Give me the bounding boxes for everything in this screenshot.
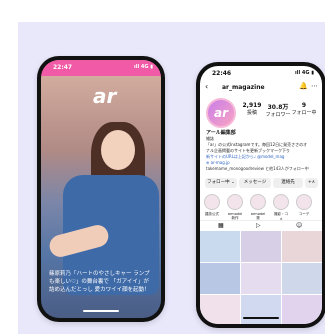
post-thumbnail[interactable] xyxy=(200,231,240,262)
profile-navbar: ‹ ar_magazine 🔔 ⋯ xyxy=(200,82,322,94)
home-indicator xyxy=(243,317,279,319)
post-thumbnail[interactable] xyxy=(282,231,322,262)
story-caption: 篠原莉乃「ハートのやさしキャー ランプも楽しい♡」の舞台裏で 「ガアイイ」が詰め… xyxy=(49,271,150,293)
post-thumbnail[interactable] xyxy=(282,263,322,294)
right-phone-mockup: 22:46 ıll 4G ▮ ‹ ar_magazine 🔔 ⋯ ar 2,91… xyxy=(196,62,325,328)
status-bar: 22:47 ıll 4G ▮ xyxy=(41,60,161,76)
left-phone-screen: 22:47 ıll 4G ▮ ar 篠原莉乃「ハートのやさしキャー ランプも楽し… xyxy=(41,60,161,318)
following-button[interactable]: フォロー中 ⌄ xyxy=(205,178,237,188)
contact-button[interactable]: 連絡先 xyxy=(273,178,303,188)
grid-tab-icon[interactable]: ▦ xyxy=(218,222,224,229)
message-button[interactable]: メッセージ xyxy=(239,178,271,188)
reels-tab-icon[interactable]: ▷ xyxy=(256,222,261,229)
followed-by-text: takemame_monogoodreview と他143人がフォロー中 xyxy=(206,166,309,171)
add-user-button[interactable]: +∧ xyxy=(305,178,318,188)
post-thumbnail[interactable] xyxy=(282,295,322,324)
tagged-tab-icon[interactable]: ☺ xyxy=(296,222,302,229)
stat-followers[interactable]: 30.8万 フォロワー xyxy=(264,102,292,118)
home-indicator xyxy=(83,310,119,312)
stat-following[interactable]: 9 フォロー中 xyxy=(290,102,318,116)
profile-tabs: ▦ ▷ ☺ xyxy=(200,220,322,231)
post-thumbnail[interactable] xyxy=(241,295,281,324)
back-arrow-icon[interactable]: ‹ xyxy=(205,82,208,91)
status-time: 22:46 xyxy=(212,70,232,77)
left-phone-mockup: 22:47 ıll 4G ▮ ar 篠原莉乃「ハートのやさしキャー ランプも楽し… xyxy=(37,56,165,322)
post-thumbnail[interactable] xyxy=(241,263,281,294)
avatar[interactable]: ar xyxy=(206,98,236,128)
status-bar: 22:46 ıll 4G ▮ xyxy=(200,66,322,80)
bell-icon[interactable]: 🔔 xyxy=(299,82,308,90)
ar-logo: ar xyxy=(93,84,117,108)
status-time: 22:47 xyxy=(53,64,73,71)
status-indicators: ıll 4G ▮ xyxy=(295,70,314,76)
more-icon[interactable]: ⋯ xyxy=(311,82,318,90)
profile-bio: アール編集部 雑誌 「ar」の公式Instagramです。毎回12日に発売ささの… xyxy=(206,130,318,166)
highlight-item[interactable]: 撮影・コメ xyxy=(273,194,289,222)
profile-username: ar_magazine xyxy=(222,84,265,91)
status-indicators: ıll 4G ▮ xyxy=(134,64,153,70)
model-face xyxy=(101,130,135,170)
stat-posts[interactable]: 2,919 投稿 xyxy=(238,102,266,116)
right-phone-screen: 22:46 ıll 4G ▮ ‹ ar_magazine 🔔 ⋯ ar 2,91… xyxy=(200,66,322,324)
highlight-item[interactable]: armodel 発 xyxy=(250,194,266,221)
highlight-item[interactable]: armodel新作 xyxy=(227,194,243,221)
highlight-item[interactable]: コーデ xyxy=(296,194,312,217)
post-thumbnail[interactable] xyxy=(241,231,281,262)
post-thumbnail[interactable] xyxy=(200,263,240,294)
highlight-item[interactable]: 雑誌公式 xyxy=(204,194,220,217)
post-thumbnail[interactable] xyxy=(200,295,240,324)
